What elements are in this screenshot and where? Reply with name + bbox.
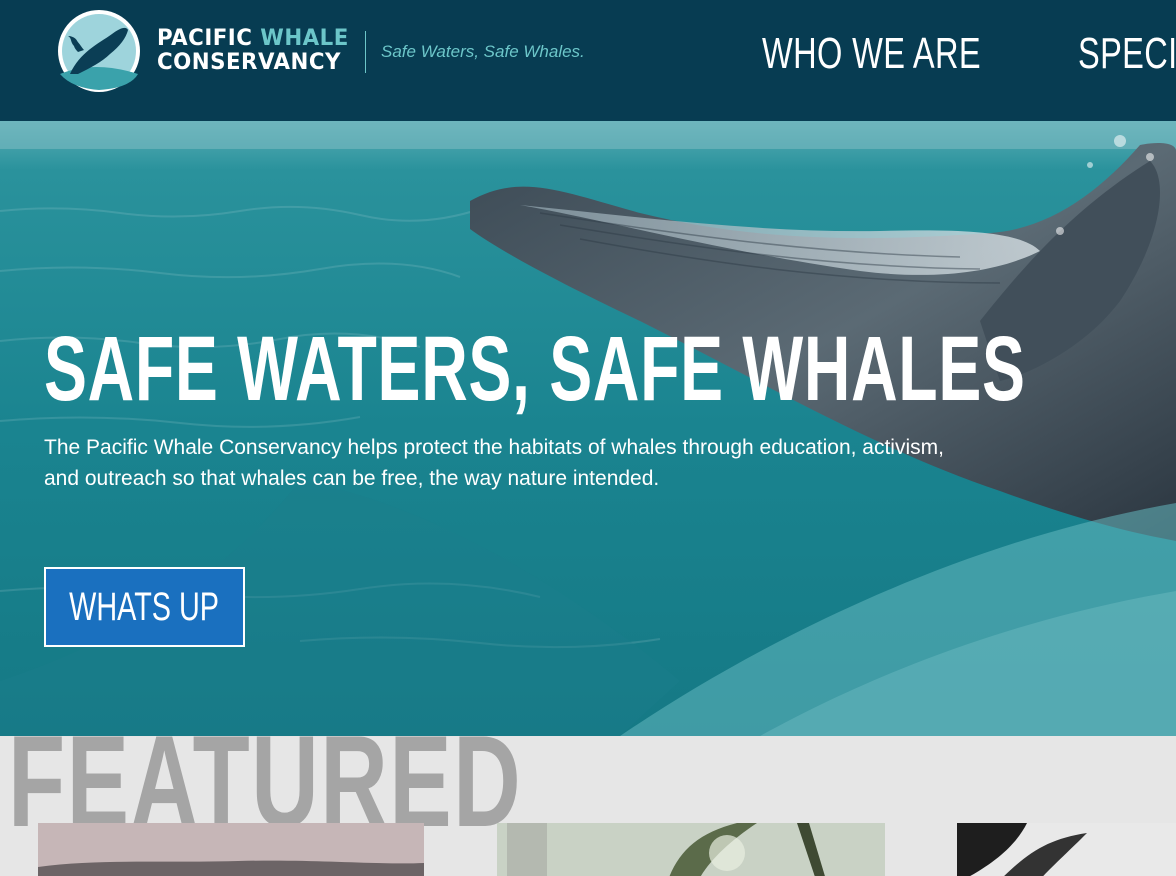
featured-photo-2 bbox=[497, 823, 885, 876]
brand-wordmark[interactable]: PACIFIC WHALE CONSERVANCY bbox=[157, 27, 355, 75]
brand-whale: WHALE bbox=[260, 26, 349, 51]
featured-photo-1 bbox=[38, 823, 424, 876]
site-header: PACIFIC WHALE CONSERVANCY Safe Waters, S… bbox=[0, 0, 1176, 121]
featured-photo-3 bbox=[957, 823, 1176, 876]
hero-title: SAFE WATERS, SAFE WHALES bbox=[44, 318, 1026, 420]
hero-description: The Pacific Whale Conservancy helps prot… bbox=[44, 436, 944, 490]
whats-up-button[interactable]: WHATS UP bbox=[44, 567, 245, 647]
whats-up-button-label: WHATS UP bbox=[69, 584, 220, 629]
nav-item-who-we-are[interactable]: WHO WE ARE bbox=[762, 28, 981, 80]
featured-card-3[interactable] bbox=[957, 823, 1176, 876]
hero-section: SAFE WATERS, SAFE WHALES The Pacific Wha… bbox=[0, 121, 1176, 736]
whale-logo-icon[interactable] bbox=[54, 8, 144, 94]
featured-card-1[interactable] bbox=[38, 823, 424, 876]
featured-card-2[interactable] bbox=[497, 823, 885, 876]
featured-section: FEATURED bbox=[0, 736, 1176, 876]
brand-tagline: Safe Waters, Safe Whales. bbox=[381, 42, 585, 61]
brand-conservancy: CONSERVANCY bbox=[157, 50, 341, 75]
cta-label-wrap: WHATS UP bbox=[46, 569, 243, 645]
brand-pacific: PACIFIC bbox=[157, 26, 253, 51]
brand-line-1: PACIFIC WHALE bbox=[157, 27, 349, 51]
brand-divider bbox=[365, 31, 366, 73]
nav-item-species[interactable]: SPECIES bbox=[1078, 28, 1176, 80]
